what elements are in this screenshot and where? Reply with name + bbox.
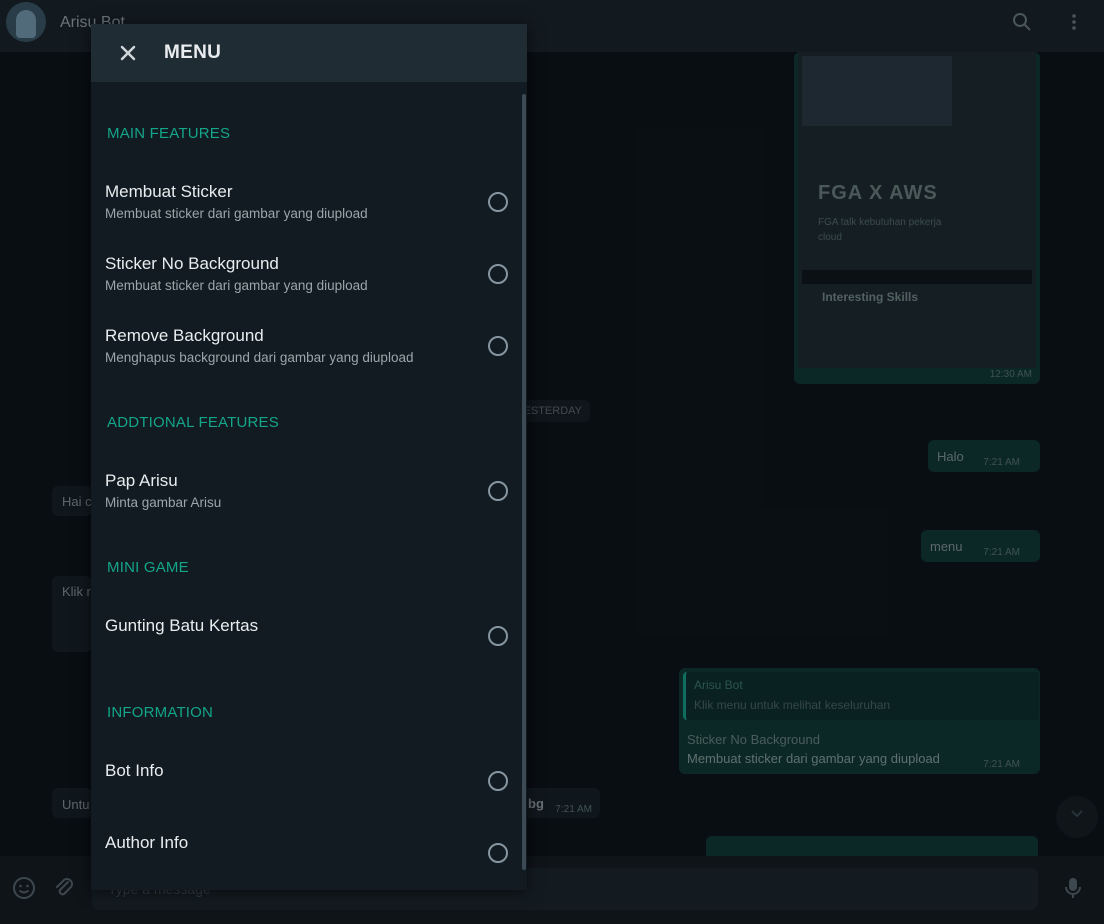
radio-button[interactable] [488,626,508,646]
menu-panel: MENU MAIN FEATURES Membuat Sticker Membu… [91,24,527,890]
radio-button[interactable] [488,481,508,501]
menu-item-title: Bot Info [105,761,164,780]
menu-item-pap-arisu[interactable]: Pap Arisu Minta gambar Arisu [91,471,521,523]
menu-item-desc: Membuat sticker dari gambar yang diuploa… [105,278,368,293]
close-button[interactable] [113,38,143,68]
radio-button[interactable] [488,264,508,284]
radio-button[interactable] [488,192,508,212]
menu-item-desc: Menghapus background dari gambar yang di… [105,350,414,365]
menu-item-gunting-batu-kertas[interactable]: Gunting Batu Kertas [91,616,521,668]
menu-scrollbar[interactable] [522,94,526,870]
menu-item-title: Pap Arisu [105,471,178,490]
menu-header: MENU [91,24,527,82]
menu-item-title: Remove Background [105,326,264,345]
menu-item-bot-info[interactable]: Bot Info [91,761,521,813]
section-heading-main-features: MAIN FEATURES [107,125,231,142]
menu-item-title: Gunting Batu Kertas [105,616,259,635]
menu-title: MENU [164,42,222,63]
radio-button[interactable] [488,336,508,356]
menu-item-author-info[interactable]: Author Info [91,833,521,885]
menu-item-title: Membuat Sticker [105,182,233,201]
menu-item-title: Author Info [105,833,189,852]
section-heading-information: INFORMATION [107,704,214,721]
menu-item-title: Sticker No Background [105,254,279,273]
close-icon [120,45,136,61]
menu-item-membuat-sticker[interactable]: Membuat Sticker Membuat sticker dari gam… [91,182,521,234]
radio-button[interactable] [488,771,508,791]
menu-item-remove-background[interactable]: Remove Background Menghapus background d… [91,326,521,378]
section-heading-mini-game: MINI GAME [107,559,189,576]
menu-item-desc: Membuat sticker dari gambar yang diuploa… [105,206,368,221]
section-heading-additional-features: ADDTIONAL FEATURES [107,414,279,431]
radio-button[interactable] [488,843,508,863]
menu-item-desc: Minta gambar Arisu [105,495,222,510]
menu-item-sticker-no-background[interactable]: Sticker No Background Membuat sticker da… [91,254,521,306]
